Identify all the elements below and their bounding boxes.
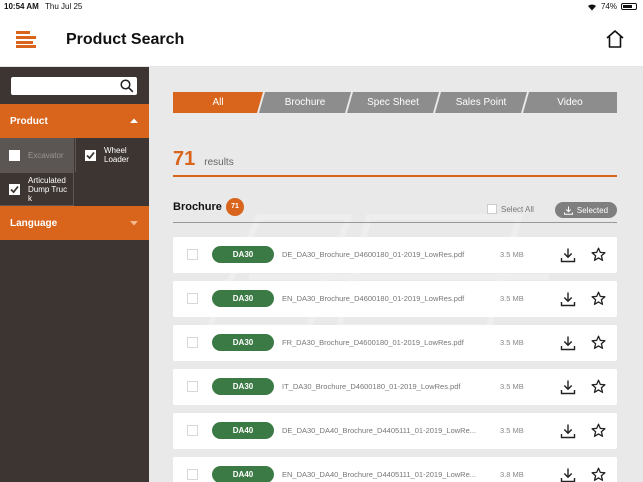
results-count: 71: [173, 148, 196, 170]
download-icon[interactable]: [560, 335, 576, 351]
file-size: 3.5 MB: [500, 250, 524, 259]
favorite-star-icon[interactable]: [591, 335, 606, 350]
row-checkbox[interactable]: [187, 293, 198, 304]
section-title: Brochure: [173, 201, 222, 213]
row-checkbox[interactable]: [187, 337, 198, 348]
filter-label: Articulated Dump Truck: [28, 175, 68, 203]
download-icon[interactable]: [560, 247, 576, 263]
file-name[interactable]: FR_DA30_Brochure_D4600180_01-2019_LowRes…: [282, 338, 487, 347]
results-divider: [173, 175, 617, 177]
row-checkbox[interactable]: [187, 381, 198, 392]
row-checkbox[interactable]: [187, 469, 198, 480]
row-checkbox[interactable]: [187, 425, 198, 436]
tab-sales-point[interactable]: Sales Point: [435, 92, 527, 113]
status-date: Thu Jul 25: [45, 2, 83, 11]
file-size: 3.8 MB: [500, 470, 524, 479]
tab-label: Video: [557, 97, 583, 108]
tab-brochure[interactable]: Brochure: [259, 92, 351, 113]
model-badge: DA30: [212, 246, 274, 263]
results-panel: All Brochure Spec Sheet Sales Point Vide…: [149, 67, 643, 482]
model-badge: DA30: [212, 378, 274, 395]
model-badge: DA40: [212, 466, 274, 482]
section-divider: [173, 222, 617, 223]
tab-label: All: [212, 97, 224, 108]
battery-percent: 74%: [600, 2, 617, 11]
file-name[interactable]: DE_DA30_DA40_Brochure_D4405111_01-2019_L…: [282, 426, 487, 435]
download-icon[interactable]: [560, 423, 576, 439]
file-row[interactable]: DA30 DE_DA30_Brochure_D4600180_01-2019_Lo…: [173, 237, 617, 273]
app-header: Product Search: [0, 13, 643, 67]
checkbox[interactable]: [9, 149, 20, 161]
select-all-label: Select All: [501, 204, 534, 214]
file-size: 3.5 MB: [500, 382, 524, 391]
status-bar: 10:54 AM Thu Jul 25 74%: [0, 0, 643, 13]
favorite-star-icon[interactable]: [591, 291, 606, 306]
download-icon: [563, 206, 573, 215]
favorite-star-icon[interactable]: [591, 379, 606, 394]
tab-all[interactable]: All: [173, 92, 263, 113]
product-filter-label: Product: [10, 115, 48, 127]
file-row[interactable]: DA30 EN_DA30_Brochure_D4600180_01-2019_Lo…: [173, 281, 617, 317]
model-badge: DA30: [212, 290, 274, 307]
file-name[interactable]: EN_DA30_Brochure_D4600180_01-2019_LowRes…: [282, 294, 487, 303]
language-filter-header[interactable]: Language: [0, 206, 149, 240]
file-size: 3.5 MB: [500, 338, 524, 347]
selected-label: Selected: [576, 205, 609, 215]
favorite-star-icon[interactable]: [591, 423, 606, 438]
wifi-icon: [587, 3, 596, 11]
battery-icon: [621, 3, 637, 10]
chevron-down-icon: [130, 221, 138, 226]
file-size: 3.5 MB: [500, 426, 524, 435]
file-row[interactable]: DA30 IT_DA30_Brochure_D4600180_01-2019_Lo…: [173, 369, 617, 405]
tab-label: Brochure: [284, 97, 326, 108]
hamburger-menu-icon[interactable]: [16, 31, 36, 48]
checkbox-checked[interactable]: [85, 149, 96, 161]
file-row[interactable]: DA40 DE_DA30_DA40_Brochure_D4405111_01-20…: [173, 413, 617, 449]
chevron-up-icon: [130, 118, 138, 123]
file-row[interactable]: DA40 EN_DA30_DA40_Brochure_D4405111_01-20…: [173, 457, 617, 482]
select-all-toggle[interactable]: Select All: [487, 204, 534, 214]
checkbox-checked[interactable]: [9, 183, 20, 195]
favorite-star-icon[interactable]: [591, 247, 606, 262]
filter-label: Wheel Loader: [104, 146, 129, 164]
filter-wheel-loader[interactable]: Wheel Loader: [75, 138, 149, 172]
file-name[interactable]: DE_DA30_Brochure_D4600180_01-2019_LowRes…: [282, 250, 487, 259]
row-checkbox[interactable]: [187, 249, 198, 260]
page-title: Product Search: [66, 31, 185, 48]
file-name[interactable]: IT_DA30_Brochure_D4600180_01-2019_LowRes…: [282, 382, 487, 391]
product-filter-options: Excavator Wheel Loader Articulated Dump …: [0, 138, 149, 206]
section-header: Brochure 71 Select All Selected: [173, 196, 617, 222]
filter-sidebar: Product Excavator Wheel Loader Articulat…: [0, 67, 149, 482]
download-icon[interactable]: [560, 291, 576, 307]
search-box: [11, 77, 137, 95]
filter-articulated-dump-truck[interactable]: Articulated Dump Truck: [0, 172, 74, 206]
results-summary: 71 results: [173, 148, 234, 171]
file-row[interactable]: DA30 FR_DA30_Brochure_D4600180_01-2019_Lo…: [173, 325, 617, 361]
file-name[interactable]: EN_DA30_DA40_Brochure_D4405111_01-2019_L…: [282, 470, 487, 479]
filter-excavator[interactable]: Excavator: [0, 138, 74, 172]
tab-label: Spec Sheet: [367, 97, 419, 108]
results-word: results: [204, 157, 234, 168]
language-filter-label: Language: [10, 217, 58, 229]
tab-label: Sales Point: [455, 97, 507, 108]
download-selected-button[interactable]: Selected: [555, 202, 617, 218]
model-badge: DA30: [212, 334, 274, 351]
file-size: 3.5 MB: [500, 294, 524, 303]
tab-video[interactable]: Video: [523, 92, 617, 113]
tab-spec-sheet[interactable]: Spec Sheet: [347, 92, 439, 113]
home-icon[interactable]: [605, 29, 625, 49]
product-filter-header[interactable]: Product: [0, 104, 149, 138]
status-time: 10:54 AM: [4, 2, 39, 11]
search-icon[interactable]: [120, 79, 134, 93]
favorite-star-icon[interactable]: [591, 467, 606, 482]
section-count-badge: 71: [226, 198, 244, 216]
download-icon[interactable]: [560, 379, 576, 395]
select-all-checkbox[interactable]: [487, 204, 497, 214]
model-badge: DA40: [212, 422, 274, 439]
status-right: 74%: [587, 2, 637, 11]
search-input[interactable]: [15, 79, 115, 93]
filter-label: Excavator: [28, 150, 64, 160]
category-tabs: All Brochure Spec Sheet Sales Point Vide…: [173, 92, 617, 113]
download-icon[interactable]: [560, 467, 576, 482]
